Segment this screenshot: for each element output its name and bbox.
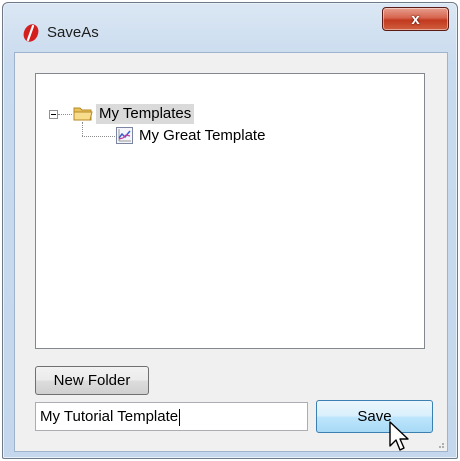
- template-tree[interactable]: My Templates My Great Template: [35, 73, 425, 349]
- close-icon: x: [411, 10, 420, 28]
- saveas-dialog: SaveAs x My Templates My Great Template: [2, 2, 458, 459]
- tree-connector: [58, 114, 72, 115]
- resize-grip-icon[interactable]: [435, 439, 445, 449]
- app-logo-icon: [23, 24, 39, 42]
- close-button[interactable]: x: [382, 7, 449, 31]
- collapse-toggle-icon[interactable]: [49, 110, 58, 119]
- tree-connector: [82, 122, 83, 136]
- title-bar[interactable]: SaveAs x: [3, 3, 457, 51]
- folder-icon: [73, 107, 93, 121]
- filename-value: My Tutorial Template: [40, 408, 179, 425]
- tree-item-my-templates[interactable]: My Templates: [96, 104, 195, 124]
- chart-template-icon: [116, 127, 133, 144]
- tree-item-my-great-template[interactable]: My Great Template: [139, 127, 265, 145]
- text-caret: [179, 408, 181, 426]
- new-folder-button[interactable]: New Folder: [35, 366, 149, 395]
- tree-connector: [82, 136, 115, 137]
- filename-input[interactable]: My Tutorial Template: [35, 402, 308, 431]
- window-title: SaveAs: [47, 24, 99, 41]
- dialog-body: My Templates My Great Template New Folde…: [14, 52, 448, 452]
- save-button[interactable]: Save: [316, 400, 433, 433]
- mouse-pointer-icon: [389, 421, 409, 451]
